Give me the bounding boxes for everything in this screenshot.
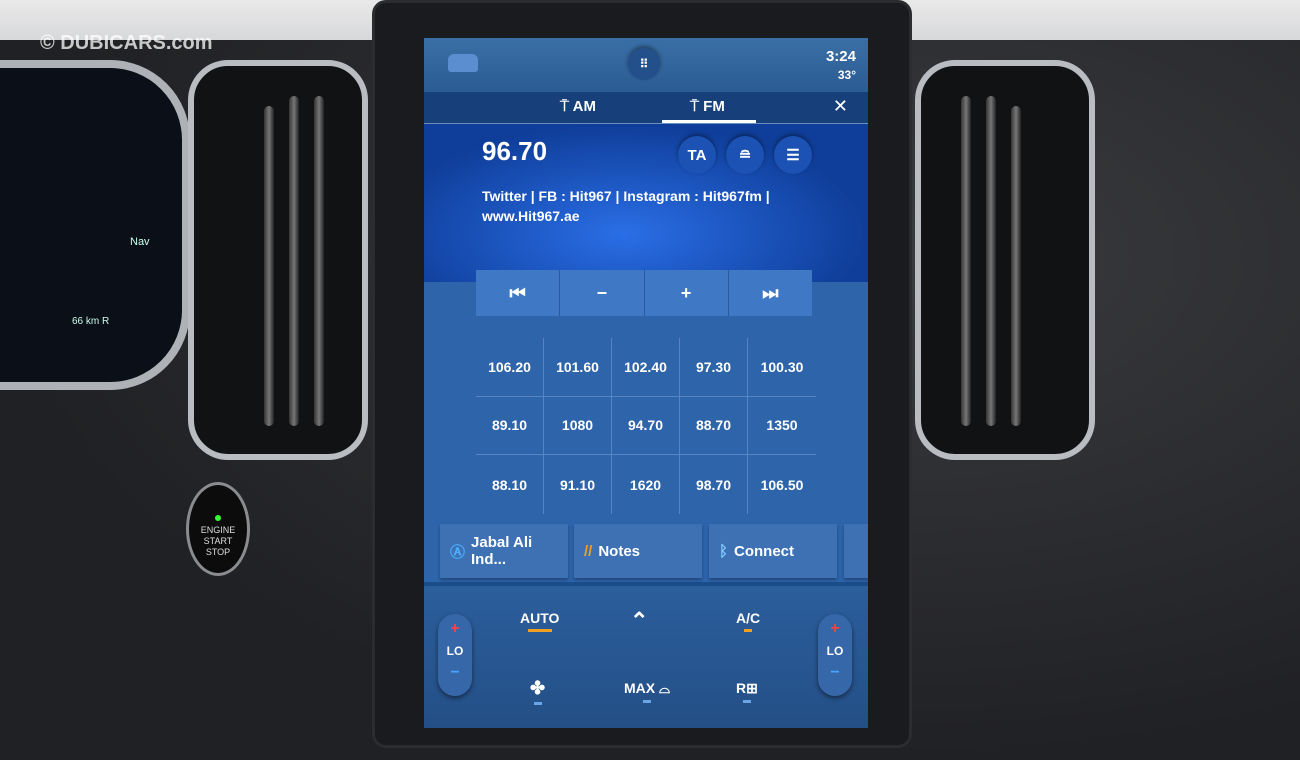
band-tabs: ⍑ AM ⍑ FM ✕ (424, 92, 868, 124)
preset-button[interactable]: 106.50 (748, 455, 816, 514)
shortcut-label: Connect (734, 542, 795, 560)
shortcut-navigation[interactable]: Ⓐ Jabal Ali Ind... (440, 524, 568, 578)
right-air-vent (915, 60, 1095, 460)
station-search-icon[interactable]: ≘ (726, 136, 764, 174)
status-led (215, 515, 221, 521)
am-antenna-icon: ⍑ (560, 98, 573, 115)
tab-am-label: AM (572, 98, 596, 115)
preset-button[interactable]: 1350 (748, 397, 816, 456)
tab-fm-label: FM (703, 98, 725, 115)
settings-sliders-icon[interactable]: ☰ (774, 136, 812, 174)
shortcut-more[interactable] (844, 524, 868, 578)
preset-button[interactable]: 88.10 (476, 455, 544, 514)
max-label: MAX (624, 680, 656, 696)
preset-button[interactable]: 88.70 (680, 396, 748, 456)
app-grid-icon[interactable]: ⠿ (628, 48, 660, 80)
preset-button[interactable]: 97.30 (680, 338, 748, 397)
seek-forward-button[interactable]: ⏭ (729, 270, 812, 316)
ta-button[interactable]: TA (678, 136, 716, 174)
start-label-2: START (203, 536, 233, 546)
preset-button[interactable]: 1620 (612, 455, 680, 514)
preset-button[interactable]: 94.70 (612, 396, 680, 456)
active-tab-indicator (662, 120, 756, 123)
instrument-cluster: Nav 66 km R (0, 60, 190, 390)
start-label-1: ENGINE (200, 525, 236, 535)
tuning-controls: ⏮ − + ⏭ (476, 270, 812, 316)
tab-am[interactable]: ⍑ AM (560, 98, 596, 115)
tab-fm[interactable]: ⍑ FM (690, 98, 725, 115)
cluster-range: 66 km R (72, 316, 110, 327)
left-temp-value: LO (446, 644, 464, 658)
top-bar: ⠿ 3:24 33° (424, 38, 868, 92)
shortcut-notes[interactable]: // Notes (574, 524, 702, 578)
navigation-icon: Ⓐ (450, 543, 466, 561)
right-temp-value: LO (826, 644, 844, 658)
tune-up-button[interactable]: + (645, 270, 729, 316)
preset-button[interactable]: 102.40 (612, 338, 680, 397)
temp-down-button[interactable]: − (438, 664, 472, 682)
auto-label: AUTO (520, 610, 560, 626)
temp-down-button[interactable]: − (818, 664, 852, 682)
right-temp-control[interactable]: + LO − (818, 614, 852, 696)
preset-button[interactable]: 100.30 (748, 338, 816, 397)
preset-button[interactable]: 1080 (544, 396, 612, 456)
max-defrost-button[interactable]: MAX ⌓ (624, 680, 670, 703)
clock: 3:24 (825, 48, 856, 65)
auto-button[interactable]: AUTO (520, 610, 559, 632)
bluetooth-icon: ᛒ (719, 542, 729, 560)
seek-back-button[interactable]: ⏮ (476, 270, 561, 316)
preset-grid: 106.20 101.60 102.40 97.30 100.30 89.10 1080 94… (476, 338, 816, 514)
preset-button[interactable]: 91.10 (544, 455, 612, 514)
radio-text: Twitter | FB : Hit967 | Instagram : Hit9… (482, 188, 770, 224)
preset-button[interactable]: 101.60 (544, 338, 612, 397)
engine-start-stop-button[interactable]: ENGINE START STOP (186, 482, 250, 576)
windshield-defrost-icon: ⌓ (655, 680, 671, 696)
notes-icon: // (584, 542, 593, 560)
infotainment-screen: ⠿ 3:24 33° ⍑ AM ⍑ FM ✕ 96.70 TA ≘ ☰ Twit… (424, 38, 868, 728)
temp-up-button[interactable]: + (818, 620, 852, 638)
airflow-mode-icon[interactable]: ⌃ (630, 608, 648, 634)
start-label-3: STOP (205, 547, 231, 557)
preset-button[interactable]: 98.70 (680, 455, 748, 514)
watermark: © DUBICARS.com (40, 32, 213, 54)
rear-defrost-icon: ⊞ (746, 680, 758, 696)
left-temp-control[interactable]: + LO − (438, 614, 472, 696)
fm-antenna-icon: ⍑ (690, 98, 704, 115)
shortcut-label: Notes (598, 542, 641, 560)
fan-icon[interactable]: ✤ (530, 678, 545, 705)
preset-button[interactable]: 89.10 (476, 396, 544, 456)
shortcut-label: Jabal Ali Ind... (471, 534, 533, 568)
temp-up-button[interactable]: + (438, 620, 472, 638)
cluster-nav-label: Nav (130, 236, 150, 248)
left-air-vent (188, 60, 368, 460)
rear-label: R (736, 680, 747, 696)
shortcut-connect[interactable]: ᛒ Connect (709, 524, 837, 578)
preset-button[interactable]: 106.20 (476, 338, 544, 397)
climate-bar: + LO − + LO − AUTO ⌃ A/C ✤ MAX ⌓ R⊞ (424, 586, 868, 728)
ac-label: A/C (736, 610, 761, 626)
car-icon[interactable] (448, 54, 478, 72)
ta-label: TA (687, 146, 707, 164)
rear-defrost-button[interactable]: R⊞ (736, 680, 758, 703)
ac-button[interactable]: A/C (736, 610, 760, 632)
minimize-icon[interactable]: ✕ (833, 96, 848, 117)
outside-temperature: 33° (837, 68, 856, 82)
current-frequency: 96.70 (482, 136, 548, 166)
tune-down-button[interactable]: − (560, 270, 645, 316)
